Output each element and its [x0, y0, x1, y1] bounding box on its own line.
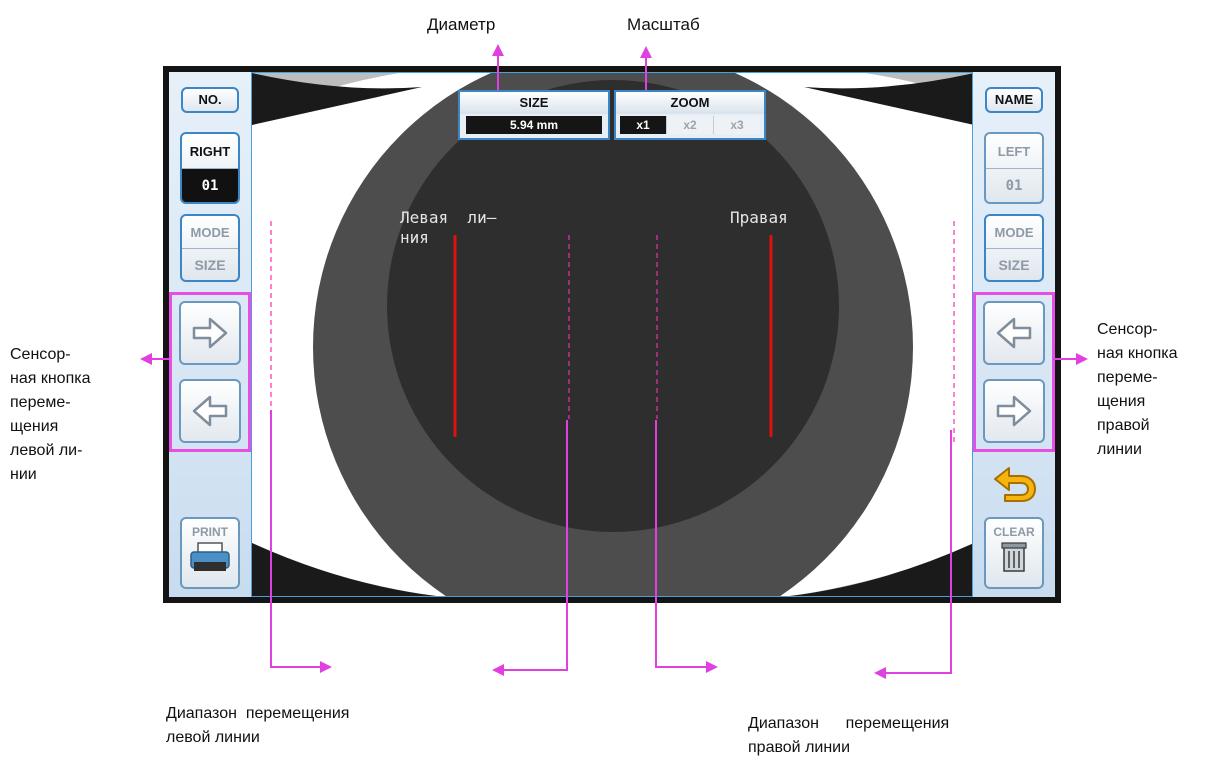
zoom-annotation: Масштаб [627, 15, 700, 34]
anno-line: левой ли- [10, 442, 83, 459]
right-range-annotation: Диапазон перемещения правой линии [748, 712, 949, 760]
anno-line: переме- [10, 394, 71, 411]
anno-line: линии [1097, 441, 1142, 458]
annotation-arrows [140, 44, 1088, 679]
anno-line: ная кнопка [1097, 345, 1178, 362]
right-touch-button-annotation: Сенсор- ная кнопка переме- щения правой … [1097, 318, 1178, 462]
anno-line: Диапазон перемещения [748, 715, 950, 732]
anno-line: щения [1097, 393, 1146, 410]
anno-line: нии [10, 466, 37, 483]
diameter-annotation: Диаметр [427, 15, 496, 34]
anno-line: переме- [1097, 369, 1158, 386]
anno-line: щения [10, 418, 59, 435]
left-range-annotation: Диапазон перемещения левой линии [166, 702, 349, 750]
anno-line: Сенсор- [10, 346, 71, 363]
anno-line: правой линии [748, 739, 851, 756]
anno-line: ная кнопка [10, 370, 91, 387]
left-touch-button-annotation: Сенсор- ная кнопка переме- щения левой л… [10, 343, 91, 487]
anno-line: Сенсор- [1097, 321, 1158, 338]
anno-line: правой [1097, 417, 1150, 434]
anno-line: левой линии [166, 729, 260, 746]
anno-line: Диапазон перемещения [166, 705, 350, 722]
